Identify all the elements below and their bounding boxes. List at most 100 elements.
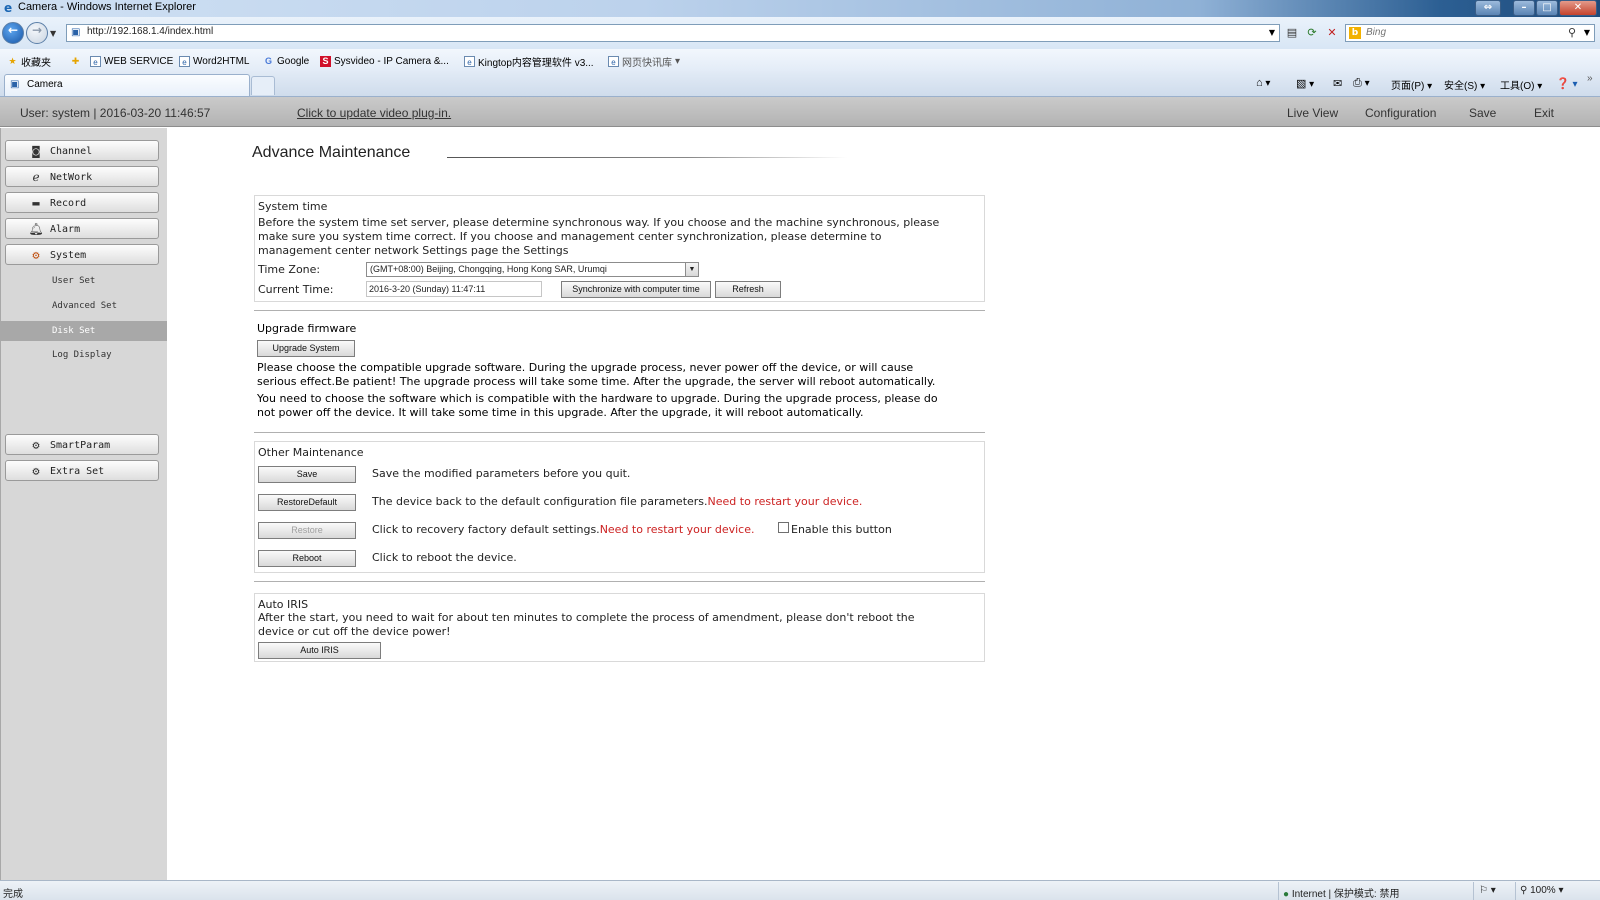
nav-configuration[interactable]: Configuration — [1365, 106, 1436, 120]
network-icon: ℯ — [32, 170, 40, 184]
search-box[interactable]: b ⚲ ▼ — [1345, 24, 1595, 42]
home-icon[interactable]: ⌂ ▾ — [1256, 77, 1270, 89]
section-divider — [254, 310, 985, 311]
status-divider — [1515, 882, 1516, 900]
sidebar-item-extra-set[interactable]: ⚙ Extra Set — [5, 460, 159, 481]
title-divider — [447, 157, 847, 158]
page-icon: ▣ — [71, 27, 81, 38]
tab-camera[interactable]: ▣ Camera — [4, 74, 250, 96]
upgrade-system-button[interactable]: Upgrade System — [257, 340, 355, 357]
gear-icon: ⚙ — [32, 248, 40, 262]
sidebar-item-record[interactable]: ▬ Record — [5, 192, 159, 213]
chevron-down-icon: ▾ — [675, 55, 681, 67]
forward-button[interactable]: → — [26, 22, 48, 44]
search-input[interactable] — [1366, 27, 1546, 38]
favorites-button[interactable]: ★ 收藏夹 — [7, 54, 51, 69]
gear-icon: ⚙ — [32, 438, 40, 452]
section-divider — [254, 581, 985, 582]
refresh-icon[interactable]: ⟳ — [1303, 25, 1321, 42]
google-icon: G — [264, 55, 272, 66]
sidebar-item-network[interactable]: ℯ NetWork — [5, 166, 159, 187]
nav-exit[interactable]: Exit — [1534, 106, 1554, 120]
ie-logo-icon: e — [4, 1, 13, 15]
status-text: 完成 — [3, 889, 23, 900]
sidebar-item-smartparam[interactable]: ⚙ SmartParam — [5, 434, 159, 455]
sidebar-item-alarm[interactable]: 🔔︎ Alarm — [5, 218, 159, 239]
more-commands-icon[interactable]: » — [1587, 73, 1593, 84]
system-time-description: Before the system time set server, pleas… — [258, 216, 940, 257]
restore-button[interactable]: Restore — [258, 522, 356, 539]
camera-icon: ◙ — [32, 144, 40, 158]
protected-mode-icon[interactable]: ⚐ ▾ — [1479, 885, 1496, 896]
enable-button-label: Enable this button — [791, 523, 892, 536]
app-header: User: system | 2016-03-20 11:46:57 Click… — [0, 97, 1600, 127]
save-description: Save the modified parameters before you … — [372, 467, 631, 480]
auto-iris-panel: Auto IRIS After the start, you need to w… — [254, 593, 985, 662]
window-title: Camera - Windows Internet Explorer — [18, 1, 196, 13]
upgrade-firmware-section: Upgrade firmware Upgrade System Please c… — [254, 318, 985, 428]
window-title-bar: e Camera - Windows Internet Explorer ⇔ –… — [0, 0, 1600, 17]
url-text[interactable]: http://192.168.1.4/index.html — [87, 26, 213, 37]
fav-link-sysvideo[interactable]: S Sysvideo - IP Camera &... — [320, 54, 449, 68]
auto-iris-description: After the start, you need to wait for ab… — [258, 611, 915, 638]
save-button[interactable]: Save — [258, 466, 356, 483]
nav-save[interactable]: Save — [1469, 106, 1496, 120]
time-zone-select[interactable]: (GMT+08:00) Beijing, Chongqing, Hong Kon… — [366, 262, 699, 277]
fav-link-web-slice[interactable]: e 网页快讯库 ▾ — [608, 54, 681, 69]
chevron-down-icon[interactable]: ▼ — [685, 263, 698, 276]
page-icon: e — [464, 55, 475, 67]
favorites-star-icon: ★ — [8, 55, 17, 66]
safety-menu[interactable]: 安全(S) ▾ — [1444, 77, 1485, 92]
auto-iris-title: Auto IRIS — [258, 598, 309, 611]
search-icon[interactable]: ⚲ — [1568, 26, 1576, 39]
current-time-field[interactable]: 2016-3-20 (Sunday) 11:47:11 — [366, 281, 542, 297]
security-zone[interactable]: ● Internet | 保护模式: 禁用 — [1283, 885, 1399, 900]
bell-icon: 🔔︎ — [28, 222, 44, 236]
status-divider — [1473, 882, 1474, 900]
sidebar-item-system[interactable]: ⚙ System — [5, 244, 159, 265]
search-dropdown-icon[interactable]: ▼ — [1584, 28, 1590, 37]
sidebar-sub-user-set[interactable]: User Set — [1, 271, 168, 291]
minimize-button[interactable]: – — [1513, 0, 1535, 16]
sidebar-item-channel[interactable]: ◙ Channel — [5, 140, 159, 161]
close-window-button[interactable]: ✕ — [1559, 0, 1597, 16]
auto-iris-button[interactable]: Auto IRIS — [258, 642, 381, 659]
fav-link-word2html[interactable]: e Word2HTML — [179, 54, 250, 68]
switch-window-button[interactable]: ⇔ — [1475, 0, 1501, 16]
add-favorite-icon[interactable]: ✚ — [70, 54, 81, 68]
reboot-description: Click to reboot the device. — [372, 551, 517, 564]
enable-restore-checkbox[interactable] — [778, 522, 789, 533]
nav-live-view[interactable]: Live View — [1287, 106, 1338, 120]
fav-link-kingtop[interactable]: e Kingtop内容管理软件 v3... — [464, 54, 594, 69]
system-time-panel: System time Before the system time set s… — [254, 195, 985, 302]
update-plugin-link[interactable]: Click to update video plug-in. — [297, 106, 451, 120]
stop-icon[interactable]: ✕ — [1323, 25, 1341, 42]
fav-link-web-service[interactable]: e WEB SERVICE — [90, 54, 173, 68]
sidebar-sub-disk-set[interactable]: Disk Set — [1, 321, 168, 341]
upgrade-description-2: You need to choose the software which is… — [257, 392, 938, 419]
mail-icon[interactable]: ✉ — [1333, 77, 1342, 90]
reboot-button[interactable]: Reboot — [258, 550, 356, 567]
sidebar-sub-advanced-set[interactable]: Advanced Set — [1, 296, 168, 316]
maximize-button[interactable]: □ — [1536, 0, 1558, 16]
gear-icon: ⚙ — [32, 464, 40, 478]
address-dropdown-icon[interactable]: ▼ — [1269, 28, 1275, 37]
new-tab-button[interactable] — [251, 76, 275, 95]
record-icon: ▬ — [32, 196, 40, 210]
page-menu[interactable]: 页面(P) ▾ — [1391, 77, 1432, 92]
feeds-icon[interactable]: ▧ ▾ — [1296, 77, 1314, 90]
page-icon: ▣ — [10, 79, 20, 90]
sidebar-sub-log-display[interactable]: Log Display — [1, 345, 168, 365]
zoom-level[interactable]: ⚲ 100% ▾ — [1520, 885, 1564, 896]
print-icon[interactable]: ⎙ ▾ — [1353, 77, 1370, 90]
fav-link-google[interactable]: G Google — [263, 54, 309, 68]
back-button[interactable]: ← — [2, 22, 24, 44]
address-input[interactable]: ▣ http://192.168.1.4/index.html ▼ — [66, 24, 1280, 42]
compatibility-view-icon[interactable]: ▤ — [1283, 25, 1301, 42]
tools-menu[interactable]: 工具(O) ▾ — [1500, 77, 1542, 92]
refresh-time-button[interactable]: Refresh — [715, 281, 781, 298]
sync-computer-time-button[interactable]: Synchronize with computer time — [561, 281, 711, 298]
recent-pages-chevron-icon[interactable]: ▼ — [50, 29, 56, 38]
help-icon[interactable]: ❓ ▾ — [1556, 77, 1578, 90]
restore-default-button[interactable]: RestoreDefault — [258, 494, 356, 511]
